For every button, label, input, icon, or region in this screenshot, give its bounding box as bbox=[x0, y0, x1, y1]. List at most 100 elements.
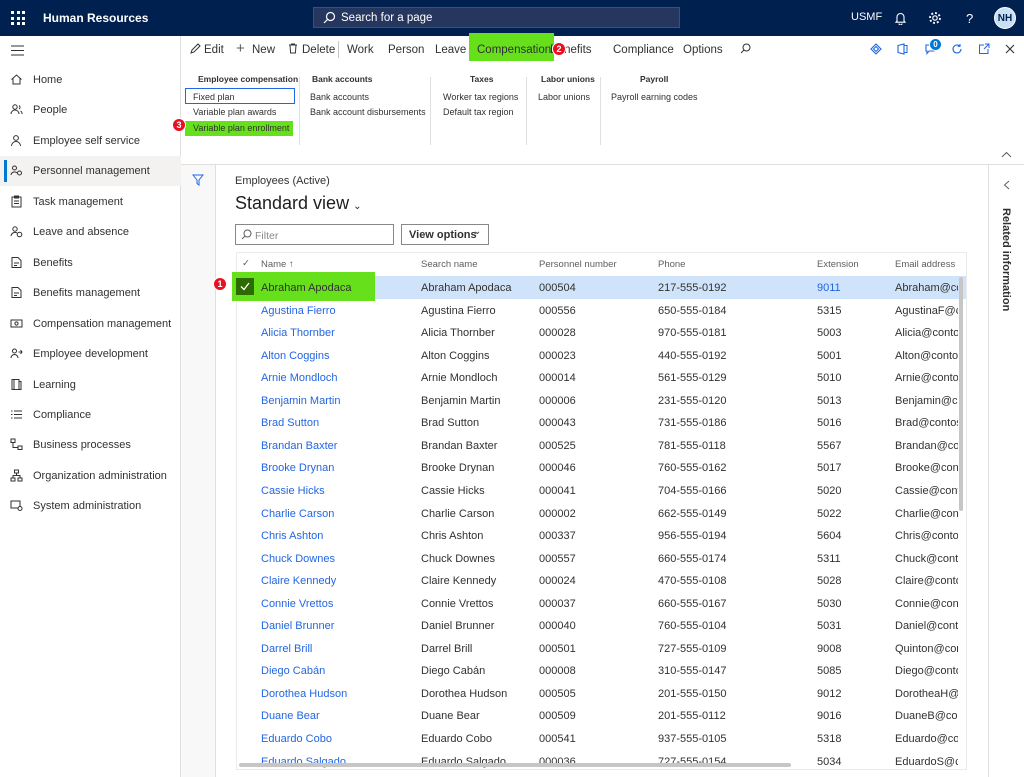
labor-unions-button[interactable]: Labor unions bbox=[538, 92, 590, 102]
page-search-box[interactable]: Search for a page bbox=[313, 7, 680, 28]
company-selector[interactable]: USMF bbox=[851, 11, 882, 23]
table-row[interactable]: Brooke Drynan Brooke Drynan 000046 760-555-… bbox=[237, 456, 966, 479]
table-row[interactable]: Alicia Thornber Alicia Thornber 000028 970-… bbox=[237, 321, 966, 344]
nav-item-employee-development[interactable]: Employee development bbox=[0, 339, 181, 369]
fixed-plan-button[interactable]: Fixed plan bbox=[185, 88, 295, 104]
nav-item-people[interactable]: People bbox=[0, 95, 181, 125]
nav-item-business-processes[interactable]: Business processes bbox=[0, 430, 181, 460]
tab-person[interactable]: Person bbox=[388, 44, 424, 56]
cell-name[interactable]: Darrel Brill bbox=[261, 643, 411, 655]
office-icon[interactable] bbox=[897, 43, 908, 55]
table-row[interactable]: Eduardo Cobo Eduardo Cobo 000541 937-555-01… bbox=[237, 727, 966, 750]
filter-input[interactable]: Filter bbox=[235, 224, 394, 245]
filter-icon[interactable] bbox=[192, 174, 204, 186]
table-row[interactable]: Alton Coggins Alton Coggins 000023 440-555-… bbox=[237, 344, 966, 367]
table-row[interactable]: Benjamin Martin Benjamin Martin 000006 231-… bbox=[237, 389, 966, 412]
cell-name[interactable]: Duane Bear bbox=[261, 710, 411, 722]
cell-name[interactable]: Daniel Brunner bbox=[261, 620, 411, 632]
cell-name[interactable]: Agustina Fierro bbox=[261, 305, 411, 317]
nav-item-compensation-management[interactable]: Compensation management bbox=[0, 309, 181, 339]
table-row[interactable]: Daniel Brunner Daniel Brunner 000040 760-55… bbox=[237, 614, 966, 637]
table-row[interactable]: Charlie Carson Charlie Carson 000002 662-55… bbox=[237, 502, 966, 525]
tab-work[interactable]: Work bbox=[347, 44, 374, 56]
nav-item-learning[interactable]: Learning bbox=[0, 370, 181, 400]
cell-name[interactable]: Chuck Downes bbox=[261, 553, 411, 565]
cell-name[interactable]: Brooke Drynan bbox=[261, 462, 411, 474]
cell-name[interactable]: Brad Sutton bbox=[261, 417, 411, 429]
cell-name[interactable]: Benjamin Martin bbox=[261, 395, 411, 407]
horizontal-scrollbar[interactable] bbox=[239, 763, 791, 767]
default-tax-region-button[interactable]: Default tax region bbox=[443, 107, 514, 117]
close-icon[interactable] bbox=[1005, 44, 1015, 54]
diamond-icon[interactable] bbox=[870, 43, 882, 55]
table-row[interactable]: Cassie Hicks Cassie Hicks 000041 704-555-01… bbox=[237, 479, 966, 502]
cell-name[interactable]: Arnie Mondloch bbox=[261, 372, 411, 384]
table-row[interactable]: Diego Cabán Diego Cabán 000008 310-555-0147… bbox=[237, 659, 966, 682]
cell-name[interactable]: Claire Kennedy bbox=[261, 575, 411, 587]
new-button[interactable]: New bbox=[252, 44, 275, 56]
nav-item-employee-self-service[interactable]: Employee self service bbox=[0, 126, 181, 156]
cell-personnel-number: 000541 bbox=[539, 733, 576, 745]
cell-name[interactable]: Cassie Hicks bbox=[261, 485, 411, 497]
worker-tax-regions-button[interactable]: Worker tax regions bbox=[443, 92, 518, 102]
variable-plan-awards-button[interactable]: Variable plan awards bbox=[193, 107, 276, 117]
tab-compliance[interactable]: Compliance bbox=[613, 44, 674, 56]
table-row[interactable]: Chuck Downes Chuck Downes 000557 660-555-01… bbox=[237, 547, 966, 570]
cell-name[interactable]: Eduardo Cobo bbox=[261, 733, 411, 745]
table-row[interactable]: Connie Vrettos Connie Vrettos 000037 660-55… bbox=[237, 592, 966, 615]
cell-email: Arnie@contos bbox=[895, 372, 958, 385]
help-icon[interactable]: ? bbox=[966, 11, 973, 26]
view-selector[interactable]: Standard view ⌄ bbox=[235, 193, 361, 214]
chevron-left-icon[interactable] bbox=[1003, 180, 1010, 190]
cell-name[interactable]: Dorothea Hudson bbox=[261, 688, 411, 700]
search-icon[interactable] bbox=[740, 43, 751, 54]
variable-plan-enrollment-button[interactable]: Variable plan enrollment bbox=[193, 123, 289, 133]
nav-item-task-management[interactable]: Task management bbox=[0, 187, 181, 217]
table-row[interactable]: Duane Bear Duane Bear 000509 201-555-0112 90… bbox=[237, 704, 966, 727]
tab-options[interactable]: Options bbox=[683, 44, 723, 56]
tab-compensation[interactable]: Compensation bbox=[477, 44, 551, 56]
nav-item-personnel-management[interactable]: Personnel management bbox=[0, 156, 181, 187]
table-row[interactable]: Arnie Mondloch Arnie Mondloch 000014 561-55… bbox=[237, 366, 966, 389]
table-row[interactable]: Agustina Fierro Agustina Fierro 000556 650-… bbox=[237, 299, 966, 322]
cell-name[interactable]: Charlie Carson bbox=[261, 508, 411, 520]
tab-leave[interactable]: Leave bbox=[435, 44, 466, 56]
nav-item-benefits-management[interactable]: Benefits management bbox=[0, 278, 181, 308]
selected-row-name[interactable]: Abraham Apodaca bbox=[261, 282, 352, 294]
view-options-button[interactable]: View options ⌄ bbox=[401, 224, 489, 245]
nav-item-benefits[interactable]: Benefits bbox=[0, 248, 181, 278]
edit-button[interactable]: Edit bbox=[204, 44, 224, 56]
hamburger-icon[interactable] bbox=[11, 45, 24, 56]
app-launcher-icon[interactable] bbox=[11, 11, 25, 25]
payroll-earning-codes-button[interactable]: Payroll earning codes bbox=[611, 92, 698, 102]
cell-name[interactable]: Brandan Baxter bbox=[261, 440, 411, 452]
table-row[interactable]: Chris Ashton Chris Ashton 000337 956-555-01… bbox=[237, 524, 966, 547]
cell-name[interactable]: Connie Vrettos bbox=[261, 598, 411, 610]
cell-name[interactable]: Chris Ashton bbox=[261, 530, 411, 542]
table-row[interactable]: Claire Kennedy Claire Kennedy 000024 470-55… bbox=[237, 569, 966, 592]
refresh-icon[interactable] bbox=[951, 43, 963, 55]
table-row[interactable]: Dorothea Hudson Dorothea Hudson 000505 201-… bbox=[237, 682, 966, 705]
bank-account-disbursements-button[interactable]: Bank account disbursements bbox=[310, 107, 426, 117]
nav-item-compliance[interactable]: Compliance bbox=[0, 400, 181, 430]
table-row[interactable]: Brandan Baxter Brandan Baxter 000525 781-55… bbox=[237, 434, 966, 457]
cell-name[interactable]: Alton Coggins bbox=[261, 350, 411, 362]
nav-item-home[interactable]: Home bbox=[0, 65, 181, 95]
nav-item-organization-administration[interactable]: Organization administration bbox=[0, 461, 181, 491]
row-checkbox[interactable] bbox=[236, 278, 254, 295]
avatar[interactable]: NH bbox=[994, 7, 1016, 29]
bell-icon[interactable] bbox=[894, 11, 907, 25]
bank-accounts-button[interactable]: Bank accounts bbox=[310, 92, 369, 102]
related-information-label[interactable]: Related information bbox=[1000, 208, 1012, 311]
gear-icon[interactable] bbox=[928, 11, 942, 25]
table-row[interactable]: Darrel Brill Darrel Brill 000501 727-555-01… bbox=[237, 637, 966, 660]
collapse-ribbon-icon[interactable] bbox=[1001, 151, 1012, 158]
cell-name[interactable]: Alicia Thornber bbox=[261, 327, 411, 339]
table-row[interactable]: Brad Sutton Brad Sutton 000043 731-555-0186… bbox=[237, 411, 966, 434]
open-new-window-icon[interactable] bbox=[978, 43, 990, 55]
nav-item-system-administration[interactable]: System administration bbox=[0, 491, 181, 521]
vertical-scrollbar[interactable] bbox=[959, 277, 963, 511]
delete-button[interactable]: Delete bbox=[302, 44, 335, 56]
cell-name[interactable]: Diego Cabán bbox=[261, 665, 411, 677]
nav-item-leave-and-absence[interactable]: Leave and absence bbox=[0, 217, 181, 247]
